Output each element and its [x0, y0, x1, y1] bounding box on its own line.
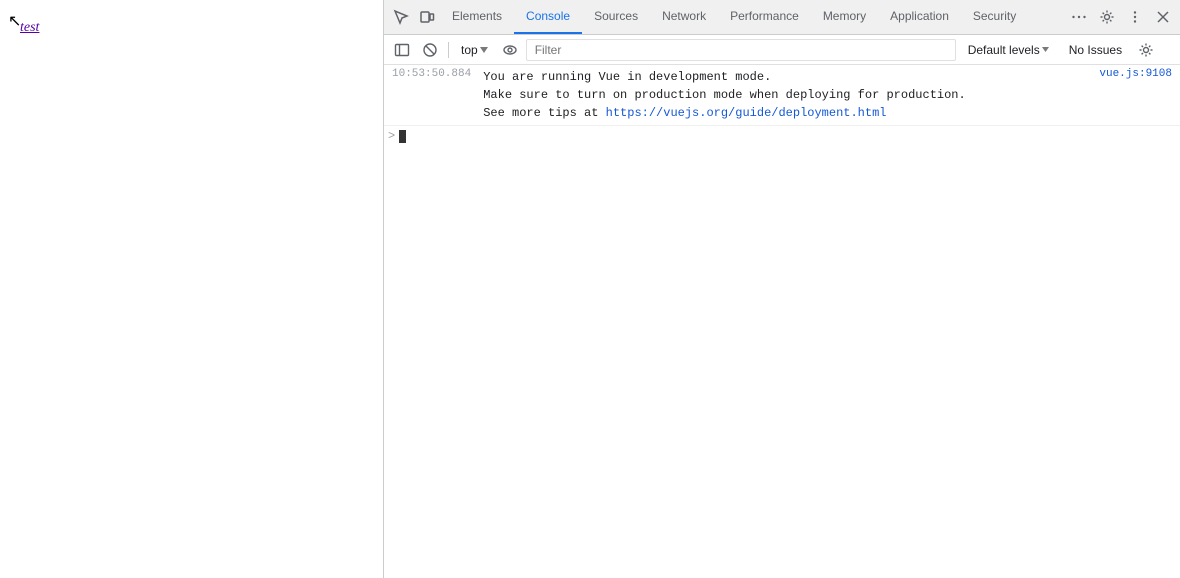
eye-filter-button[interactable]: [498, 38, 522, 62]
more-tabs-button[interactable]: [1066, 4, 1092, 30]
devtools-panel: Elements Console Sources Network Perform…: [383, 0, 1180, 578]
prompt-cursor: [399, 130, 406, 143]
no-issues-button[interactable]: No Issues: [1061, 41, 1130, 59]
tab-memory[interactable]: Memory: [811, 0, 878, 34]
default-levels-dropdown[interactable]: Default levels: [960, 41, 1057, 59]
default-levels-label: Default levels: [968, 43, 1040, 57]
devtools-tabs-right: [1066, 4, 1176, 30]
toolbar-divider-1: [448, 42, 449, 58]
message-text: You are running Vue in development mode.…: [479, 67, 1095, 123]
console-message-vue: 10:53:50.884 You are running Vue in deve…: [384, 65, 1180, 126]
devtools-tab-bar: Elements Console Sources Network Perform…: [384, 0, 1180, 35]
message-timestamp: 10:53:50.884: [384, 67, 479, 80]
tab-security[interactable]: Security: [961, 0, 1028, 34]
deployment-guide-link[interactable]: https://vuejs.org/guide/deployment.html: [606, 106, 887, 120]
issues-settings-button[interactable]: [1134, 38, 1158, 62]
filter-input[interactable]: [526, 39, 956, 61]
page-test-label[interactable]: test: [20, 20, 39, 36]
inspect-element-button[interactable]: [388, 4, 414, 30]
devtools-tabs-list: Elements Console Sources Network Perform…: [440, 0, 1066, 34]
message-text-line3: See more tips at: [483, 106, 605, 120]
devtools-close-button[interactable]: [1150, 4, 1176, 30]
tab-network[interactable]: Network: [650, 0, 718, 34]
show-sidebar-button[interactable]: [390, 38, 414, 62]
tab-elements[interactable]: Elements: [440, 0, 514, 34]
message-source[interactable]: vue.js:9108: [1095, 67, 1180, 80]
devtools-settings-button[interactable]: [1094, 4, 1120, 30]
message-text-line1: You are running Vue in development mode.: [483, 70, 771, 84]
console-toolbar: top Default levels No Issues: [384, 35, 1180, 65]
tab-sources[interactable]: Sources: [582, 0, 650, 34]
console-output: 10:53:50.884 You are running Vue in deve…: [384, 65, 1180, 578]
tab-performance[interactable]: Performance: [718, 0, 811, 34]
devtools-more-button[interactable]: [1122, 4, 1148, 30]
message-text-line2: Make sure to turn on production mode whe…: [483, 88, 965, 102]
device-toolbar-button[interactable]: [414, 4, 440, 30]
context-label: top: [461, 43, 478, 57]
prompt-caret: >: [388, 129, 395, 143]
clear-console-button[interactable]: [418, 38, 442, 62]
tab-application[interactable]: Application: [878, 0, 961, 34]
context-dropdown[interactable]: top: [455, 41, 494, 59]
console-prompt[interactable]: >: [384, 126, 1180, 146]
tab-console[interactable]: Console: [514, 0, 582, 34]
page-background: ↖ test: [0, 0, 380, 578]
no-issues-label: No Issues: [1069, 43, 1122, 57]
